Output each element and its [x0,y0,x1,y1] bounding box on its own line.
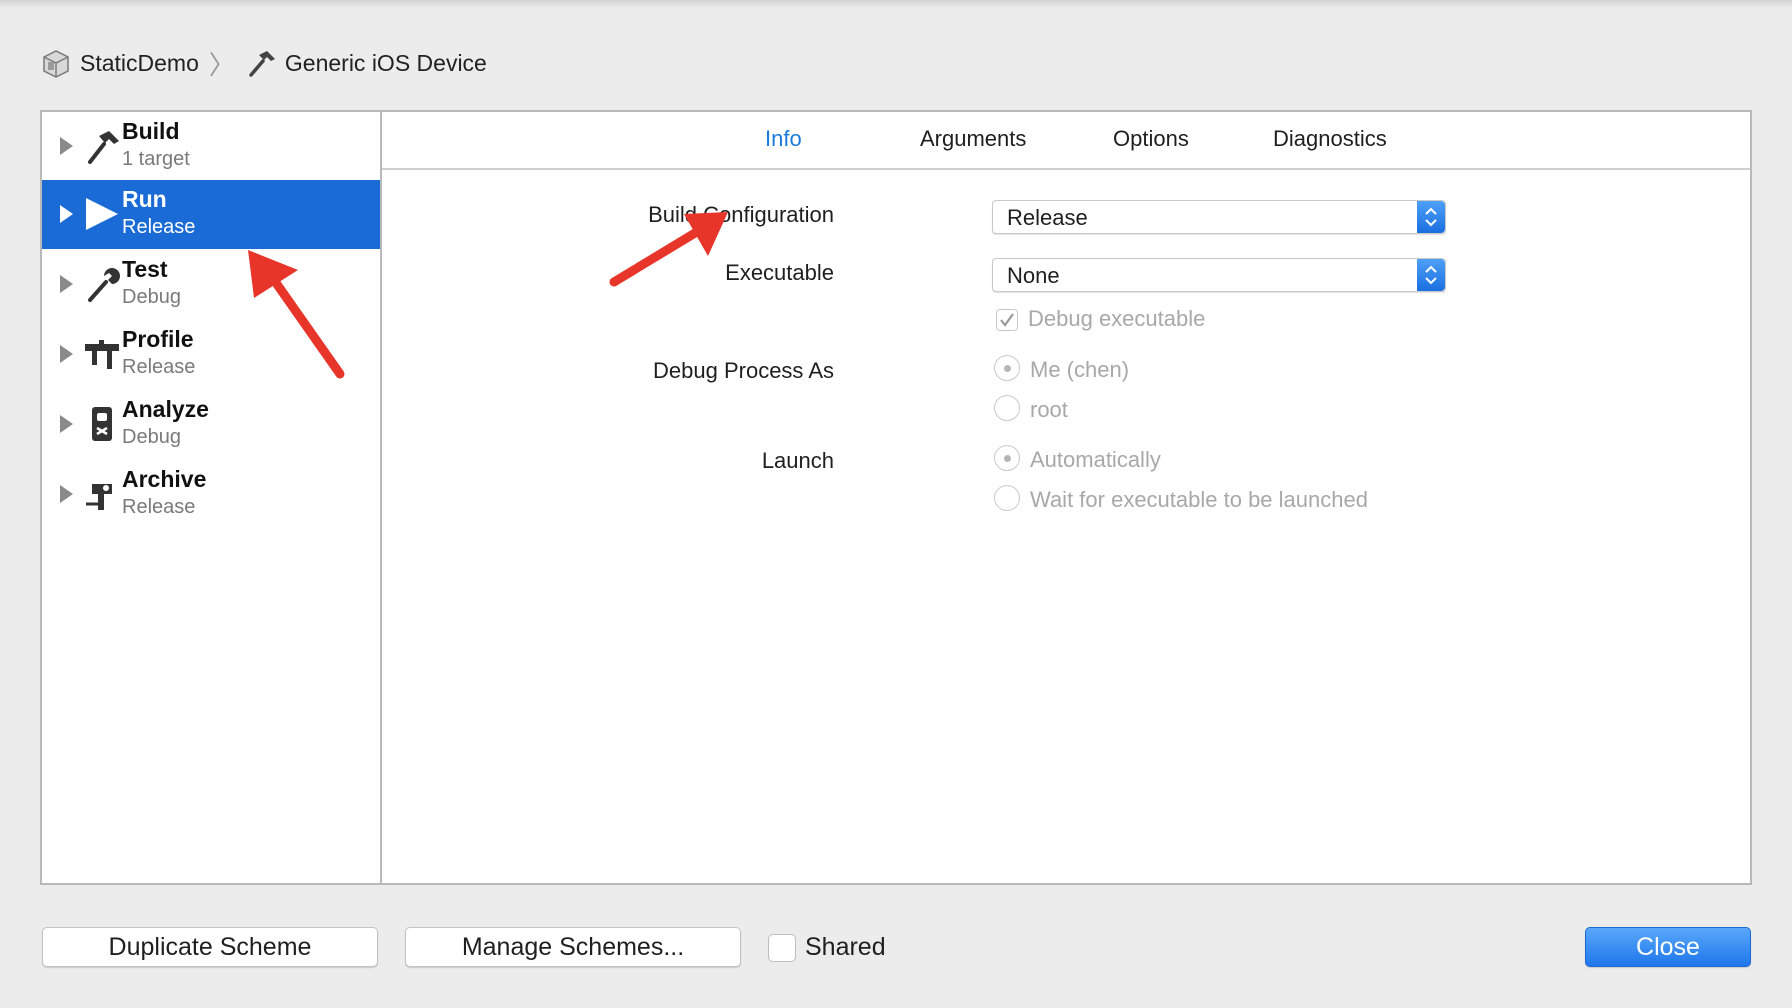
checkmark-icon [1000,313,1014,327]
duplicate-scheme-button[interactable]: Duplicate Scheme [42,927,378,967]
sidebar-item-title: Analyze [122,396,209,422]
build-configuration-select[interactable]: Release [992,200,1446,234]
play-icon [82,194,122,234]
disclosure-triangle-icon[interactable] [60,345,73,363]
disclosure-triangle-icon[interactable] [60,485,73,503]
breadcrumb-separator: 〉 [208,49,235,80]
radio-automatically-label: Automatically [1030,447,1161,472]
annotation-arrow-build-config [609,212,728,287]
radio-me-label: Me (chen) [1030,357,1130,382]
breadcrumb: StaticDemo 〉 Generic iOS Device [40,44,487,82]
analyze-icon [82,404,122,444]
debug-executable-checkbox[interactable] [996,309,1018,331]
manage-schemes-button[interactable]: Manage Schemes... [405,927,741,967]
sidebar-item-subtitle: 1 target [122,148,190,170]
close-button[interactable]: Close [1585,927,1751,967]
instruments-icon [82,334,122,374]
launch-label: Launch [761,448,834,473]
radio-automatically[interactable] [994,445,1020,471]
tab-info[interactable]: Info [765,126,802,152]
sidebar-item-run[interactable]: Run Release [42,180,380,249]
radio-root[interactable] [994,395,1020,421]
sidebar-item-build[interactable]: Build 1 target [42,112,380,181]
sidebar-item-subtitle: Release [122,356,196,378]
disclosure-triangle-icon[interactable] [60,415,73,433]
sidebar-item-subtitle: Release [122,496,196,518]
select-stepper-icon [1417,259,1445,291]
build-configuration-value: Release [1007,205,1088,230]
tab-arguments[interactable]: Arguments [920,126,1026,152]
executable-select[interactable]: None [992,258,1446,292]
hammer-icon [82,126,122,166]
sidebar-item-title: Archive [122,466,207,492]
disclosure-triangle-icon[interactable] [60,275,73,293]
debug-process-as-label: Debug Process As [653,358,834,383]
disclosure-triangle-icon[interactable] [60,205,73,223]
sidebar-item-title: Profile [122,326,194,352]
radio-root-label: root [1030,397,1068,422]
wrench-icon [82,264,122,304]
breadcrumb-project[interactable]: StaticDemo [80,50,199,77]
shared-checkbox[interactable] [768,934,796,962]
scheme-actions-sidebar: Build 1 target Run Release Test Debug Pr… [42,112,382,883]
annotation-arrow-run [248,250,345,379]
sidebar-item-subtitle: Debug [122,426,181,448]
sidebar-item-analyze[interactable]: Analyze Debug [42,390,380,459]
scheme-editor-panel: Build 1 target Run Release Test Debug Pr… [40,110,1752,885]
sidebar-item-subtitle: Debug [122,286,181,308]
tab-bar: Info Arguments Options Diagnostics [382,112,1750,170]
sidebar-item-archive[interactable]: Archive Release [42,460,380,529]
shared-label: Shared [805,933,886,961]
select-stepper-icon [1417,201,1445,233]
archive-icon [82,474,122,514]
executable-value: None [1007,263,1060,288]
radio-wait-for-launch-label: Wait for executable to be launched [1030,487,1368,512]
sidebar-item-title: Build [122,118,180,144]
breadcrumb-destination[interactable]: Generic iOS Device [285,50,487,77]
radio-me[interactable] [994,355,1020,381]
sidebar-item-title: Test [122,256,168,282]
sidebar-item-subtitle: Release [122,216,196,238]
window-top-edge [0,0,1792,8]
sidebar-item-title: Run [122,186,167,212]
disclosure-triangle-icon[interactable] [60,137,73,155]
scheme-content-area: Info Arguments Options Diagnostics Build… [382,112,1750,883]
project-icon [40,47,72,79]
radio-wait-for-launch[interactable] [994,485,1020,511]
tab-options[interactable]: Options [1113,126,1189,152]
tab-diagnostics[interactable]: Diagnostics [1273,126,1387,152]
hammer-icon [245,47,277,79]
debug-executable-label: Debug executable [1028,306,1206,331]
